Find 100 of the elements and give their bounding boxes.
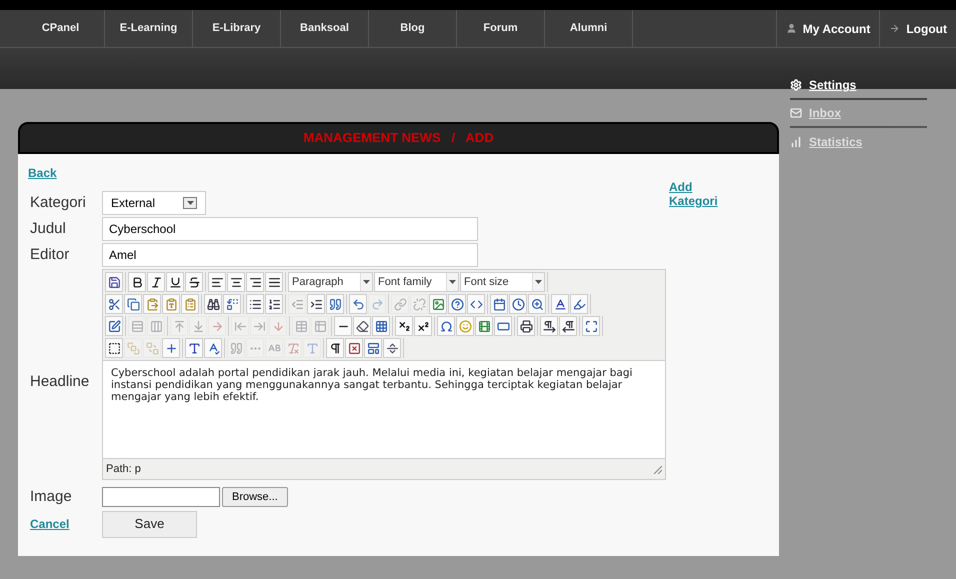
ltr-icon (542, 320, 556, 332)
eraser-button[interactable] (353, 316, 371, 336)
align-right-icon (248, 276, 262, 288)
bring-forward-icon (126, 342, 140, 354)
field-label: Judul (29, 218, 67, 239)
help-icon (450, 298, 464, 310)
bold-button[interactable] (128, 272, 146, 292)
subscript-icon (398, 320, 410, 332)
caret-icon (363, 280, 370, 284)
undo-button[interactable] (349, 294, 367, 314)
editor-content[interactable]: Cyberschool adalah portal pendidikan jarak jauh. Melalui media ini, kegiatan belajar mengajar bagi instansi pendidikan yang menggunakannya sangat terbantu. Sehingga terciptak kegiatan belajar mengajar yang lebih efektif. (103, 361, 665, 459)
outdent-icon (290, 298, 304, 310)
numbered-list-button[interactable] (265, 294, 283, 314)
spellcheck-button[interactable] (204, 338, 222, 358)
image-icon (432, 298, 444, 310)
nav-link[interactable]: E-Library (193, 10, 281, 47)
quote-button[interactable] (326, 294, 344, 314)
superscript-icon (416, 320, 430, 332)
justify-button[interactable] (265, 272, 283, 292)
format-dropdown[interactable]: Font family (374, 272, 459, 292)
replace-button[interactable] (223, 294, 241, 314)
nav-link[interactable]: Banksoal (281, 10, 369, 47)
nav-link[interactable]: Forum (457, 10, 545, 47)
code-button[interactable] (467, 294, 485, 314)
save-button[interactable] (105, 272, 123, 292)
page-break-button[interactable] (383, 338, 401, 358)
clock-button[interactable] (509, 294, 527, 314)
settings-icon (790, 79, 802, 91)
fullscreen-button[interactable] (582, 316, 600, 336)
highlight-button[interactable] (570, 294, 588, 314)
account-link[interactable]: My Account (776, 10, 880, 47)
edit-button[interactable] (105, 316, 123, 336)
back-link[interactable]: Back (28, 166, 57, 180)
citation-icon (230, 342, 242, 354)
nav-link[interactable]: Blog (369, 10, 457, 47)
nav-link[interactable]: CPanel (17, 10, 105, 47)
help-button[interactable] (448, 294, 466, 314)
calendar-button[interactable] (490, 294, 508, 314)
path-label: Path: p (106, 462, 141, 477)
clock-icon (512, 298, 524, 310)
print-icon (520, 320, 532, 332)
eraser-icon (356, 320, 368, 332)
underline-button[interactable] (166, 272, 184, 292)
strikethrough-button[interactable] (185, 272, 203, 292)
file-field[interactable] (102, 487, 220, 508)
pilcrow-icon (328, 342, 342, 354)
align-center-button[interactable] (227, 272, 245, 292)
format-dropdown[interactable]: Paragraph (288, 272, 373, 292)
cancel-link[interactable]: Cancel (28, 515, 102, 533)
format-dropdown[interactable]: Font size (460, 272, 545, 292)
smiley-icon (458, 320, 472, 332)
replace-icon (226, 298, 238, 310)
cut-button[interactable] (105, 294, 123, 314)
omega-icon (440, 320, 452, 332)
pilcrow-button[interactable] (326, 338, 344, 358)
nav-link[interactable]: Alumni (545, 10, 633, 47)
italic-button[interactable] (147, 272, 165, 292)
acronym-icon (268, 342, 280, 354)
find-button[interactable] (204, 294, 222, 314)
browse-button[interactable]: Browse... (222, 487, 288, 508)
bullet-list-button[interactable] (246, 294, 264, 314)
nav-link[interactable]: E-Learning (105, 10, 193, 47)
save-button[interactable]: Save (102, 510, 197, 538)
underline-icon (168, 276, 182, 288)
horizontal-rule-button[interactable] (334, 316, 352, 336)
style-button[interactable] (185, 338, 203, 358)
superscript-button[interactable] (414, 316, 432, 336)
justify-icon (268, 276, 280, 288)
omega-button[interactable] (437, 316, 455, 336)
add-kategori-link[interactable]: Add Kategori (669, 180, 729, 208)
text-field[interactable]: Cyberschool (102, 217, 478, 241)
undo-icon (352, 298, 364, 310)
film-button[interactable] (475, 316, 493, 336)
page-break-icon (386, 342, 398, 354)
text-color-icon (554, 298, 566, 310)
text-field[interactable]: Amel (102, 243, 478, 267)
sidebar-link[interactable]: Settings (790, 72, 927, 100)
copy-button[interactable] (124, 294, 142, 314)
align-right-button[interactable] (246, 272, 264, 292)
indent-button[interactable] (307, 294, 325, 314)
align-left-button[interactable] (208, 272, 226, 292)
image-button[interactable] (429, 294, 447, 314)
selection-button[interactable] (105, 338, 123, 358)
subscript-button[interactable] (395, 316, 413, 336)
rtl-button[interactable] (559, 316, 577, 336)
paste-icon (146, 298, 158, 310)
text-color-button[interactable] (551, 294, 569, 314)
strikethrough-icon (188, 276, 200, 288)
template-icon (366, 342, 380, 354)
kategori-select[interactable]: External (102, 191, 206, 215)
ltr-button[interactable] (540, 316, 558, 336)
user-icon (786, 23, 797, 34)
template-button[interactable] (364, 338, 382, 358)
table-button[interactable] (372, 316, 390, 336)
print-button[interactable] (517, 316, 535, 336)
redo-icon (370, 298, 384, 310)
logout-link[interactable]: Logout (880, 10, 956, 47)
unlink-icon (412, 298, 426, 310)
field-label: Editor (29, 244, 70, 265)
calendar-icon (492, 298, 506, 310)
